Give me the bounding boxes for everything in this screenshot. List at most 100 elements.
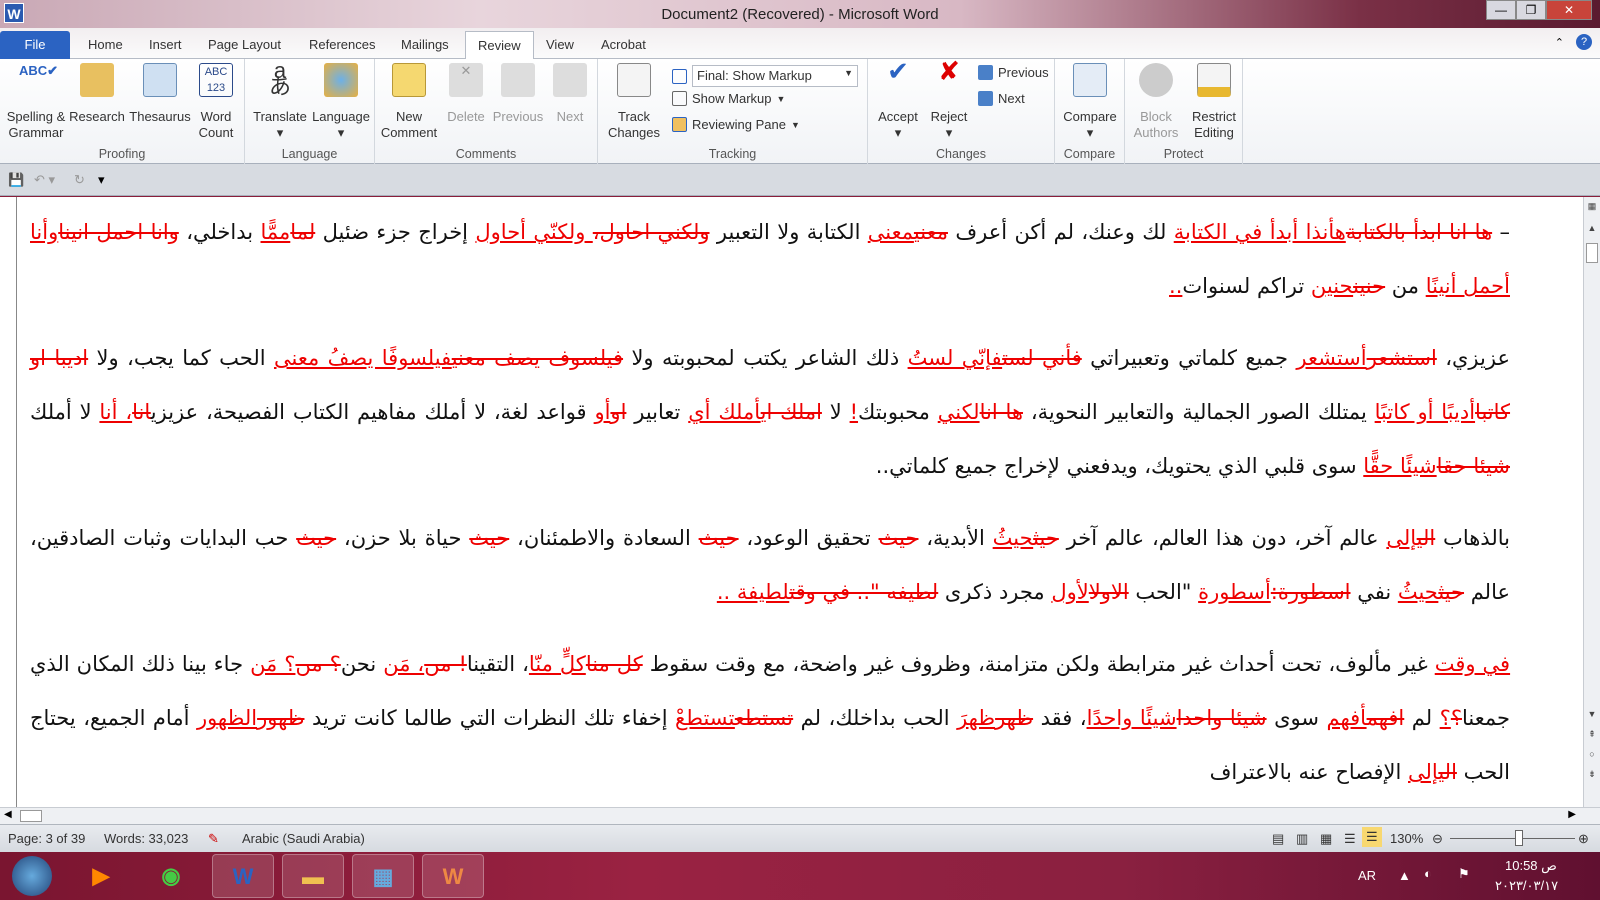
inserted-text[interactable]: ممًّا [261, 220, 291, 244]
restrict-editing-button[interactable]: Restrict Editing [1185, 63, 1243, 141]
document-text[interactable]: قواعد لغة، لا أملك مفاهيم الكتاب الفصيحة… [151, 400, 595, 424]
redo-icon[interactable]: ↻ [74, 172, 85, 188]
deleted-text[interactable]: ؟ [1451, 706, 1462, 730]
chrome-icon[interactable]: ◉ [140, 854, 202, 898]
deleted-text[interactable]: فيلسوف يصف معني [452, 346, 623, 370]
inserted-text[interactable]: حنين [1311, 274, 1353, 298]
deleted-text[interactable]: حيث [469, 526, 509, 550]
document-text[interactable]: بالذهاب [1435, 526, 1510, 550]
document-text[interactable]: الأبدية، [918, 526, 992, 550]
show-markup-button[interactable]: Show Markup ▼ [672, 91, 785, 106]
inserted-text[interactable]: أسطورة [1198, 580, 1271, 604]
previous-comment-button[interactable]: Previous [491, 63, 545, 125]
close-button[interactable]: ✕ [1546, 0, 1592, 20]
deleted-text[interactable]: شيئا حقا [1437, 454, 1510, 478]
word-taskbar-icon[interactable]: W [212, 854, 274, 898]
document-text[interactable]: ، التقينا [467, 652, 529, 676]
inserted-text[interactable]: ! [850, 400, 858, 424]
zoom-in-icon[interactable]: ⊕ [1578, 831, 1589, 847]
document-text[interactable]: الكتابة ولا التعبير [710, 220, 868, 244]
document-text[interactable]: ذلك الشاعر يكتب لمحبوبته ولا [623, 346, 908, 370]
next-page-icon[interactable]: ⇟ [1586, 769, 1598, 780]
next-comment-button[interactable]: Next [545, 63, 595, 125]
inserted-text[interactable]: فإنّي لستُ [908, 346, 1003, 370]
document-text[interactable]: مجرد ذكرى [938, 580, 1051, 604]
full-screen-reading-icon[interactable]: ▥ [1296, 831, 1308, 847]
web-layout-icon[interactable]: ▦ [1320, 831, 1332, 847]
document-text[interactable]: لا [822, 400, 850, 424]
document-text[interactable]: نفي [1351, 580, 1398, 604]
document-text[interactable]: الحب كما يجب، ولا [88, 346, 274, 370]
inserted-text[interactable]: معنى [868, 220, 914, 244]
document-paragraph[interactable]: في وقت غير مألوف، تحت أحداث غير مترابطة … [30, 637, 1510, 799]
minimize-ribbon-icon[interactable]: ⌃ [1555, 36, 1564, 49]
document-text[interactable]: سوى [1267, 706, 1327, 730]
deleted-text[interactable]: الي [1438, 760, 1457, 784]
tab-review[interactable]: Review [465, 31, 534, 59]
deleted-text[interactable]: حيث [699, 526, 739, 550]
deleted-text[interactable]: ظهور [257, 706, 304, 730]
tab-home[interactable]: Home [76, 31, 135, 59]
network-icon[interactable]: ◐ [1424, 866, 1432, 881]
inserted-text[interactable]: شيئًا حقًّا [1363, 454, 1436, 478]
inserted-text[interactable]: شيئًا واحدًا [1087, 706, 1177, 730]
reject-button[interactable]: ✘ Reject ▾ [924, 58, 974, 141]
deleted-text[interactable]: حيث [1033, 526, 1059, 550]
block-authors-button[interactable]: Block Authors [1127, 63, 1185, 141]
inserted-text[interactable]: ، أنا [99, 400, 132, 424]
zoom-level[interactable]: 130% [1390, 831, 1423, 846]
research-button[interactable]: Research [64, 63, 130, 125]
select-browse-object-icon[interactable]: ○ [1586, 749, 1598, 759]
deleted-text[interactable]: حيث [1438, 580, 1464, 604]
language-status[interactable]: Arabic (Saudi Arabia) [242, 831, 365, 846]
reviewing-pane-button[interactable]: Reviewing Pane ▼ [672, 117, 800, 132]
new-comment-button[interactable]: New Comment [377, 63, 441, 141]
print-layout-icon[interactable]: ▤ [1272, 831, 1284, 847]
inserted-text[interactable]: أو [594, 400, 610, 424]
inserted-text[interactable]: ولكنّي أحاول [475, 220, 592, 244]
document-text[interactable]: جميع كلماتي وتعبيراتي [1082, 346, 1297, 370]
previous-change-button[interactable]: Previous [978, 65, 1049, 80]
document-text[interactable]: تحقيق الوعود، [739, 526, 879, 550]
document-area[interactable]: – ها انا ابدأ بالكتابةهأنذا أبدأ في الكت… [0, 197, 1584, 807]
draft-icon[interactable]: ☰ [1362, 827, 1382, 847]
deleted-text[interactable]: استشعر [1367, 346, 1437, 370]
deleted-text[interactable]: او [610, 400, 626, 424]
document-text[interactable]: سوى قلبي الذي يحتويك، ويدفعني لإخراج جمي… [876, 454, 1364, 478]
deleted-text[interactable]: كل منا [586, 652, 643, 676]
scroll-right-icon[interactable]: ▶ [1568, 809, 1576, 820]
deleted-text[interactable]: املك اي [761, 400, 822, 424]
deleted-text[interactable]: ؟ من [295, 652, 340, 676]
tab-page-layout[interactable]: Page Layout [196, 31, 293, 59]
document-text[interactable]: الإفصاح عنه بالاعتراف [1210, 760, 1408, 784]
deleted-text[interactable]: لطيفه ".. في وقت [789, 580, 938, 604]
document-text[interactable]: إخراج جزء ضئيل [315, 220, 475, 244]
outline-icon[interactable]: ☰ [1344, 831, 1356, 847]
inserted-text[interactable]: أديبًا أو كاتبًا [1375, 400, 1475, 424]
inserted-text[interactable]: في وقت [1435, 652, 1510, 676]
clock-date[interactable]: ٢٠٢٣/٠٣/١٧ [1495, 878, 1558, 894]
customize-toolbar-icon[interactable]: ▾ [98, 172, 105, 188]
deleted-text[interactable]: حيث [296, 526, 336, 550]
accept-button[interactable]: ✔ Accept ▾ [872, 58, 924, 141]
page-count[interactable]: Page: 3 of 39 [8, 831, 85, 846]
document-text[interactable]: ، فقد [1033, 706, 1087, 730]
deleted-text[interactable]: افهم [1367, 706, 1405, 730]
deleted-text[interactable]: معني [914, 220, 948, 244]
start-button[interactable] [12, 856, 52, 896]
document-text[interactable]: عزيزي، [1437, 346, 1510, 370]
proofing-status-icon[interactable]: ✎ [208, 831, 219, 847]
scroll-up-icon[interactable]: ▲ [1586, 223, 1598, 233]
deleted-text[interactable]: فأني لست [1002, 346, 1082, 370]
horizontal-scrollbar[interactable]: ◀ ▶ [0, 807, 1600, 824]
inserted-text[interactable]: فيلسوفًا يصفُ معنى [274, 346, 452, 370]
document-text[interactable]: نحن [341, 652, 383, 676]
tab-insert[interactable]: Insert [137, 31, 194, 59]
save-icon[interactable]: 💾 [8, 172, 24, 188]
document-text[interactable]: تراكم لسنوات [1182, 274, 1311, 298]
zoom-slider-thumb[interactable] [1515, 830, 1523, 846]
show-hidden-icons[interactable]: ▲ [1398, 868, 1411, 883]
deleted-text[interactable]: انا [132, 400, 151, 424]
track-changes-button[interactable]: Track Changes [602, 63, 666, 141]
hscroll-thumb[interactable] [20, 810, 42, 822]
